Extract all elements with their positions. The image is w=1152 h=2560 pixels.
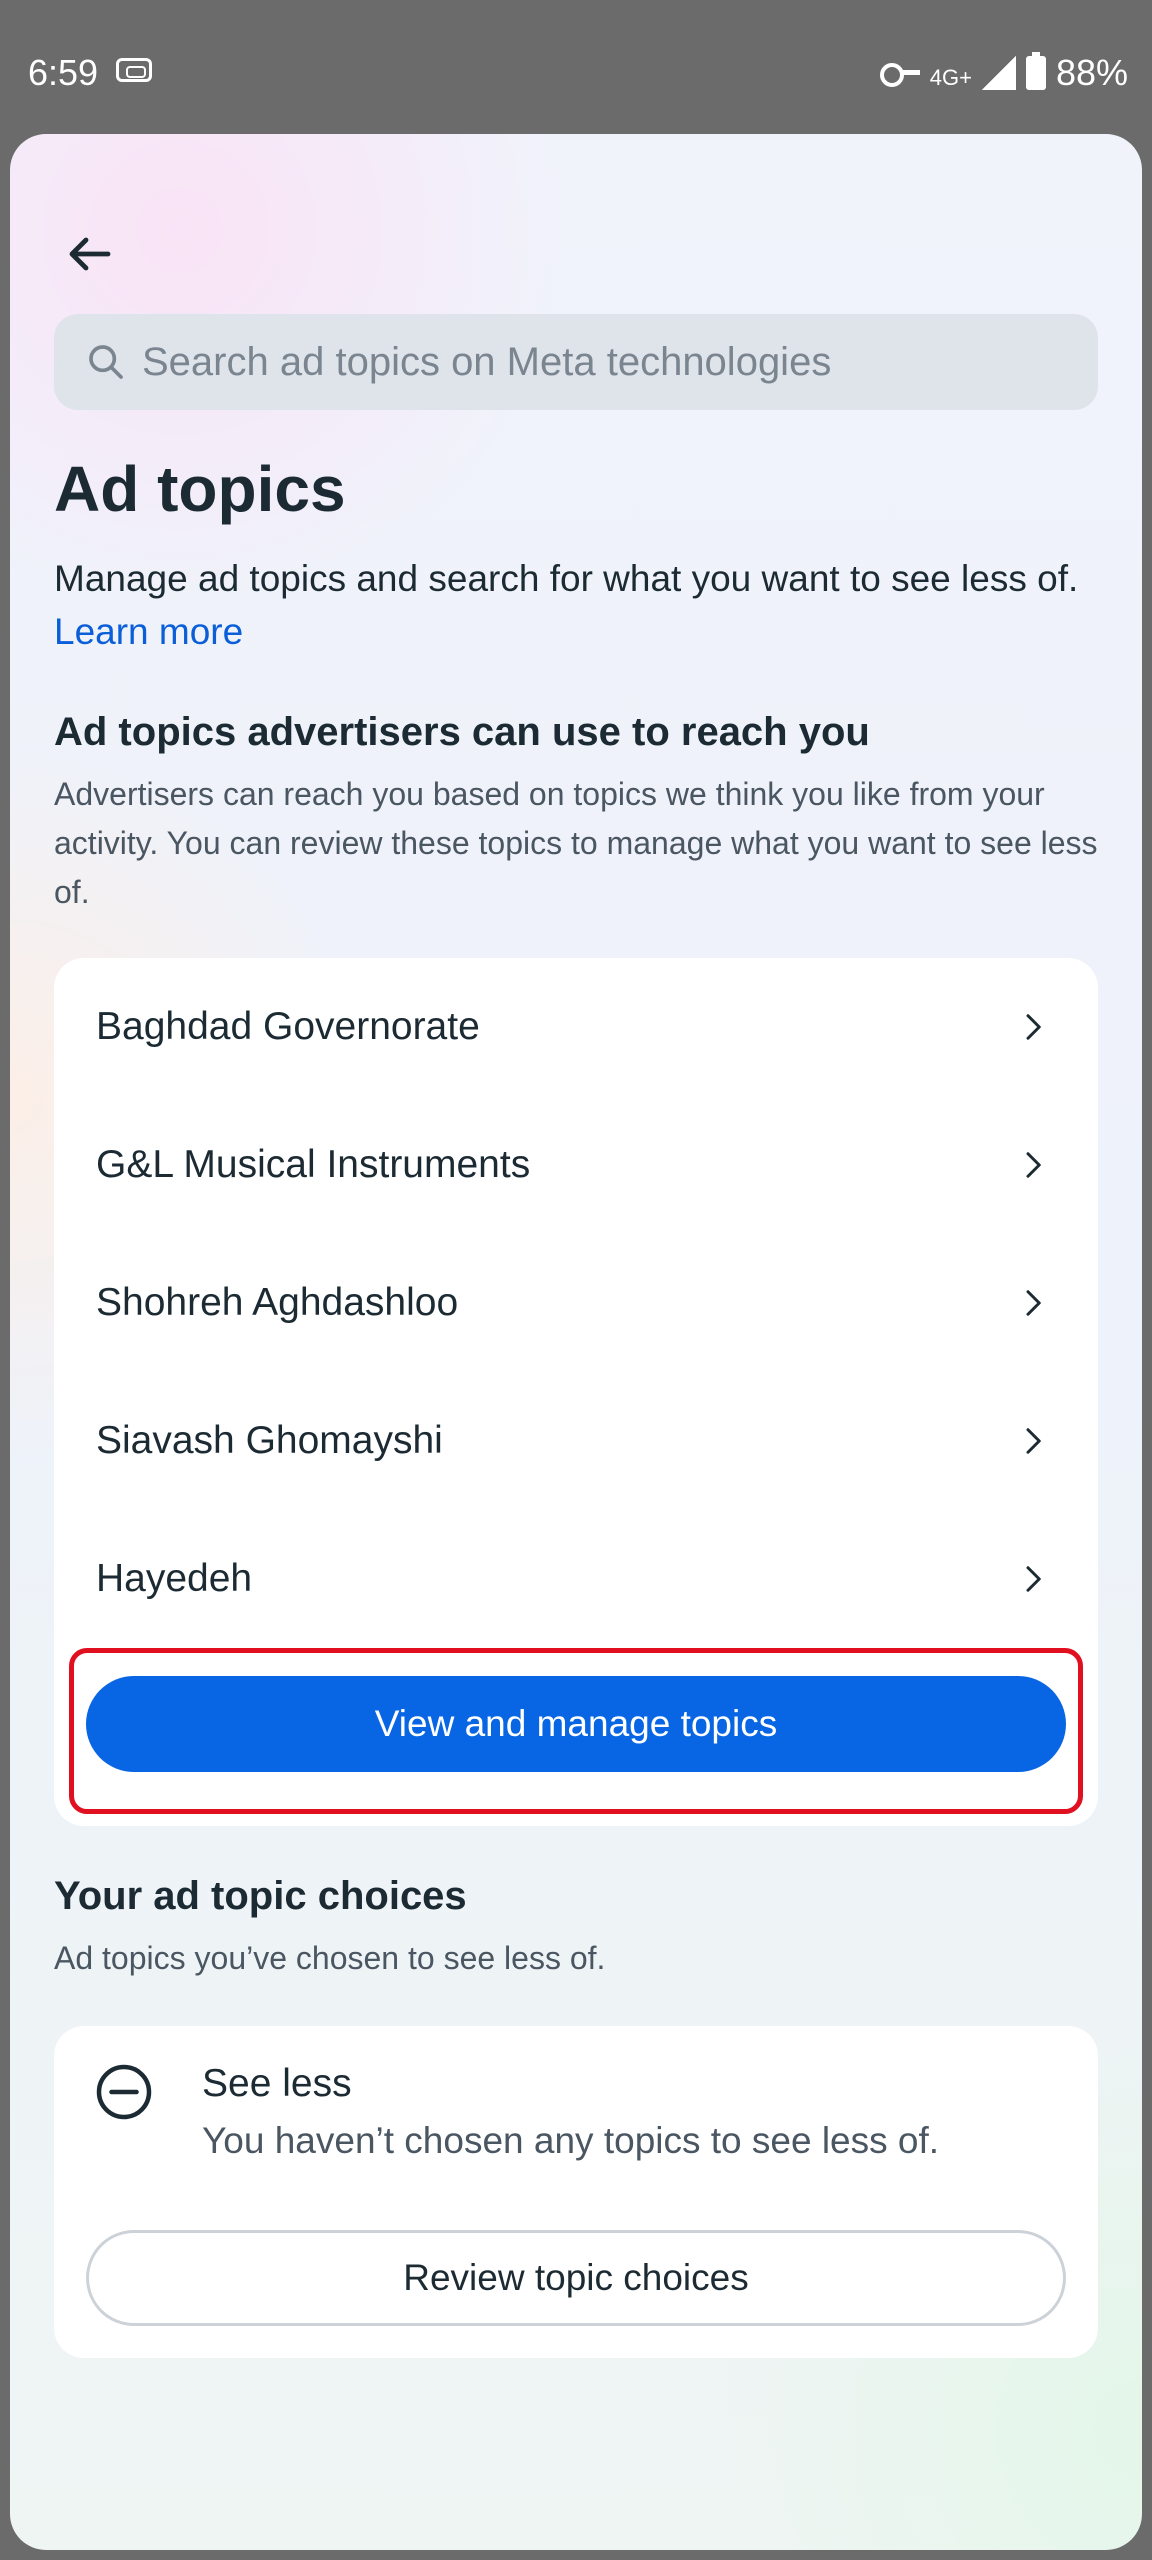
status-right: 4G+ 88% [879, 52, 1128, 94]
battery-level: 88% [1055, 52, 1128, 93]
vpn-key-icon [879, 60, 920, 87]
view-and-manage-topics-button[interactable]: View and manage topics [86, 1676, 1066, 1772]
topic-label: Shohreh Aghdashloo [96, 1281, 459, 1324]
cast-icon [116, 58, 152, 82]
topic-row[interactable]: Siavash Ghomayshi [54, 1372, 1098, 1510]
chevron-right-icon [1026, 1014, 1041, 1040]
search-input[interactable] [142, 339, 1082, 385]
back-button[interactable] [50, 214, 130, 294]
topic-label: G&L Musical Instruments [96, 1143, 531, 1186]
search-bar[interactable] [54, 314, 1098, 410]
search-icon [89, 345, 123, 379]
chevron-right-icon [1026, 1152, 1041, 1178]
intro-text: Manage ad topics and search for what you… [54, 558, 1079, 599]
advertisers-section-description: Advertisers can reach you based on topic… [54, 776, 1098, 910]
topic-label: Hayedeh [96, 1557, 253, 1600]
topic-label: Baghdad Governorate [96, 1005, 480, 1048]
topic-row[interactable]: G&L Musical Instruments [54, 1096, 1098, 1234]
chevron-right-icon [1026, 1428, 1041, 1454]
chevron-right-icon [1026, 1290, 1041, 1316]
choices-section-title: Your ad topic choices [54, 1874, 467, 1918]
minus-circle-icon [96, 2064, 152, 2120]
back-arrow-icon [69, 237, 111, 271]
ad-topic-choices-card: See less You haven’t chosen any topics t… [54, 2026, 1098, 2358]
topic-row[interactable]: Shohreh Aghdashloo [54, 1234, 1098, 1372]
learn-more-link[interactable]: Learn more [54, 611, 243, 652]
see-less-title: See less [202, 2062, 352, 2105]
status-time: 6:59 [28, 52, 99, 93]
ad-topics-card: Baghdad Governorate G&L Musical Instrume… [54, 958, 1098, 1826]
topic-label: Siavash Ghomayshi [96, 1419, 443, 1462]
battery-icon [1025, 52, 1046, 90]
topic-row[interactable]: Baghdad Governorate [54, 958, 1098, 1096]
chevron-right-icon [1026, 1566, 1041, 1592]
ad-topics-sheet: Ad topics Manage ad topics and search fo… [10, 134, 1142, 2550]
signal-icon [981, 56, 1016, 90]
choices-section-description: Ad topics you’ve chosen to see less of. [54, 1940, 606, 1976]
status-bar: 6:59 4G+ 88% [0, 0, 1152, 134]
topic-row[interactable]: Hayedeh [54, 1510, 1098, 1648]
page-intro: Manage ad topics and search for what you… [54, 552, 1114, 658]
network-type: 4G+ [929, 65, 972, 90]
page-title: Ad topics [54, 453, 346, 525]
review-topic-choices-button[interactable]: Review topic choices [86, 2230, 1066, 2326]
advertisers-section-title: Ad topics advertisers can use to reach y… [54, 710, 870, 754]
see-less-subtitle: You haven’t chosen any topics to see les… [202, 2120, 940, 2161]
